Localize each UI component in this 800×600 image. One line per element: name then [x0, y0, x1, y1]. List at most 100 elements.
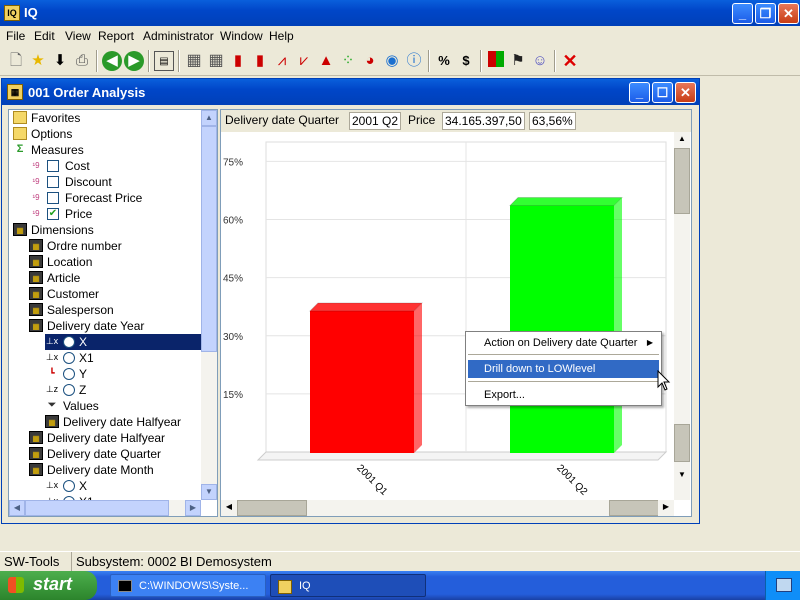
- taskbar: start C:\WINDOWS\Syste... IQ: [0, 571, 800, 600]
- info-dimension-value: 2001 Q2: [349, 112, 402, 130]
- scroll-thumb-right[interactable]: [609, 500, 659, 516]
- percent-icon[interactable]: %: [434, 51, 454, 71]
- app-title-bar[interactable]: IQ IQ _ ❐ ✕: [0, 0, 800, 26]
- chart-horizontal-scrollbar[interactable]: ◀ ▶: [221, 500, 674, 516]
- folder-icon: [13, 127, 27, 140]
- info-percent: 63,56%: [529, 112, 576, 130]
- dimension-icon: ▦: [45, 415, 59, 428]
- download-icon[interactable]: ⬇: [50, 51, 70, 71]
- taskbar-item-iq[interactable]: IQ: [270, 574, 426, 597]
- new-icon[interactable]: 🗋: [6, 51, 26, 71]
- grid-add-icon[interactable]: ▦: [206, 51, 226, 71]
- grid-icon[interactable]: ▦: [184, 51, 204, 71]
- tree-horizontal-scrollbar[interactable]: ◀ ▶: [9, 500, 201, 516]
- close-button[interactable]: ✕: [778, 3, 799, 24]
- scroll-down-icon[interactable]: ▼: [201, 484, 217, 500]
- area-chart-icon[interactable]: ⩗: [294, 51, 314, 71]
- scroll-thumb[interactable]: [237, 500, 307, 516]
- forward-icon[interactable]: ▶: [124, 51, 144, 71]
- users-icon[interactable]: ☺: [530, 51, 550, 71]
- star-icon[interactable]: ★: [28, 51, 48, 71]
- price-checkbox[interactable]: ✔: [47, 208, 59, 220]
- pie-chart-icon[interactable]: ◕: [360, 51, 380, 71]
- menu-separator: [468, 381, 659, 382]
- axis-x1-radio[interactable]: [63, 352, 75, 364]
- layout-icon[interactable]: ▤: [154, 51, 174, 71]
- taskbar-item-cmd[interactable]: C:\WINDOWS\Syste...: [110, 574, 266, 597]
- info-icon[interactable]: ⓘ: [404, 51, 424, 71]
- maximize-button[interactable]: ❐: [755, 3, 776, 24]
- menu-item-action-on-quarter[interactable]: Action on Delivery date Quarter ▶: [468, 334, 659, 352]
- info-bar: Delivery date Quarter 2001 Q2 Price 34.1…: [221, 110, 691, 132]
- delete-icon[interactable]: ✕: [560, 51, 580, 71]
- y-tick-label: 45%: [223, 274, 243, 285]
- system-tray: [765, 571, 800, 600]
- measure-icon: ¹9: [32, 193, 40, 202]
- scroll-right-icon[interactable]: ▶: [185, 500, 201, 516]
- menu-window[interactable]: Window: [220, 29, 263, 43]
- child-title-bar[interactable]: ▦ 001 Order Analysis _ ☐ ✕: [2, 79, 699, 105]
- line-chart-icon[interactable]: ⩘: [272, 51, 292, 71]
- back-icon[interactable]: ◀: [102, 51, 122, 71]
- print-icon[interactable]: ⎙: [72, 51, 92, 71]
- app-title: IQ: [24, 5, 38, 20]
- forecast-price-checkbox[interactable]: [47, 192, 59, 204]
- measure-icon: ¹9: [32, 209, 40, 218]
- sigma-icon: Σ: [16, 143, 24, 155]
- axis-z-radio[interactable]: [63, 384, 75, 396]
- child-maximize-button[interactable]: ☐: [652, 82, 673, 103]
- scroll-left-icon[interactable]: ◀: [221, 500, 237, 516]
- mountain-chart-icon[interactable]: ▲: [316, 51, 336, 71]
- axis-x-radio[interactable]: [63, 336, 75, 348]
- dollar-icon[interactable]: $: [456, 51, 476, 71]
- submenu-arrow-icon: ▶: [646, 338, 653, 347]
- start-button[interactable]: start: [0, 571, 97, 600]
- folder-icon: [13, 111, 27, 124]
- menu-item-drill-down[interactable]: Drill down to LOWlevel: [468, 360, 659, 378]
- scroll-down-icon[interactable]: ▼: [674, 468, 690, 484]
- minimize-button[interactable]: _: [732, 3, 753, 24]
- color-grid-icon[interactable]: [486, 51, 506, 71]
- scroll-up-icon[interactable]: ▲: [201, 110, 217, 126]
- discount-checkbox[interactable]: [47, 176, 59, 188]
- iq-app-icon: [278, 580, 292, 594]
- menu-edit[interactable]: Edit: [34, 29, 55, 43]
- chart-vertical-scrollbar[interactable]: ▲ ▼: [674, 132, 690, 500]
- scatter-icon[interactable]: ⁘: [338, 51, 358, 71]
- dimension-icon: ▦: [29, 431, 43, 444]
- scroll-thumb[interactable]: [201, 126, 217, 352]
- scroll-up-icon[interactable]: ▲: [674, 132, 690, 148]
- child-close-button[interactable]: ✕: [675, 82, 696, 103]
- scroll-thumb-lower[interactable]: [674, 424, 690, 462]
- scroll-thumb[interactable]: [25, 500, 169, 516]
- bar-chart[interactable]: 15% 30% 45% 60% 75% 2001 Q1 2001 Q2: [221, 132, 673, 496]
- menu-help[interactable]: Help: [269, 29, 294, 43]
- menu-item-export[interactable]: Export...: [468, 386, 659, 404]
- tree-item-axis-x[interactable]: ⊥x X: [45, 334, 201, 350]
- traffic-light-icon[interactable]: ⚑: [508, 51, 528, 71]
- scroll-left-icon[interactable]: ◀: [9, 500, 25, 516]
- order-analysis-window: ▦ 001 Order Analysis _ ☐ ✕ Favorites Opt…: [1, 78, 700, 524]
- menu-file[interactable]: File: [6, 29, 25, 43]
- menu-view[interactable]: View: [65, 29, 91, 43]
- y-tick-label: 15%: [223, 390, 243, 401]
- menu-report[interactable]: Report: [98, 29, 134, 43]
- child-minimize-button[interactable]: _: [629, 82, 650, 103]
- dimension-icon: ▦: [29, 303, 43, 316]
- axis-y-radio[interactable]: [63, 368, 75, 380]
- axis-x-radio[interactable]: [63, 480, 75, 492]
- bar-chart-icon[interactable]: ▮: [228, 51, 248, 71]
- tree-vertical-scrollbar[interactable]: ▲ ▼: [201, 110, 217, 500]
- scroll-thumb[interactable]: [674, 148, 690, 214]
- menu-administrator[interactable]: Administrator: [143, 29, 214, 43]
- globe-icon[interactable]: ◉: [382, 51, 402, 71]
- dimension-icon: ▦: [29, 447, 43, 460]
- dimension-icon: ▦: [29, 255, 43, 268]
- bar-chart2-icon[interactable]: ▮: [250, 51, 270, 71]
- scroll-right-icon[interactable]: ▶: [658, 500, 674, 516]
- cost-checkbox[interactable]: [47, 160, 59, 172]
- network-icon[interactable]: [776, 578, 792, 592]
- x-tick-label: 2001 Q2: [554, 463, 589, 496]
- axis-y-icon: ┗: [49, 368, 55, 378]
- plot-floor: [256, 451, 668, 461]
